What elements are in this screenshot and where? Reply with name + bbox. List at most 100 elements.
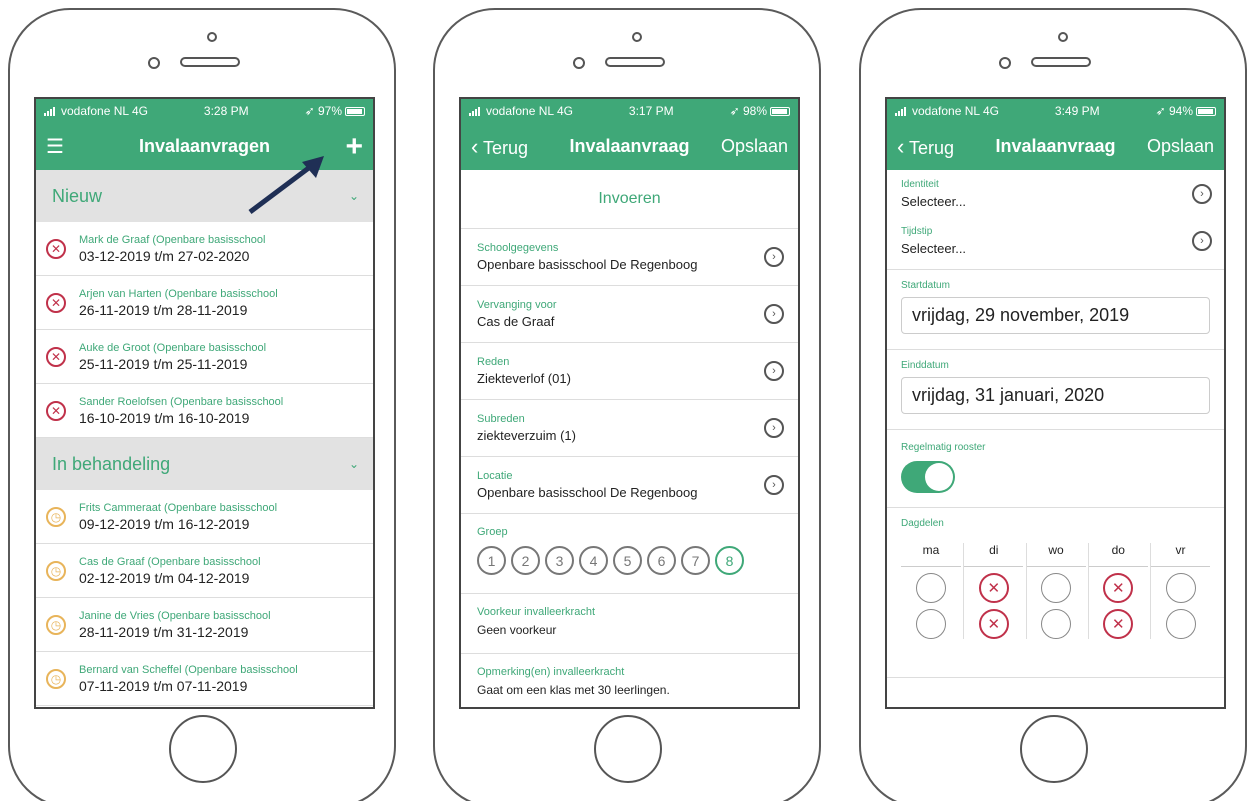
battery-icon (770, 107, 790, 117)
field-tijdstip[interactable]: Tijdstip Selecteer... › (887, 217, 1224, 264)
dagdeel-toggle[interactable] (1165, 573, 1196, 603)
section-header-in-behandeling[interactable]: In behandeling ⌄ (36, 438, 373, 490)
dagdeel-toggle[interactable] (916, 573, 946, 603)
chevron-right-icon[interactable]: › (764, 361, 784, 381)
x-circle-icon: ✕ (46, 292, 66, 313)
request-list-item[interactable]: ◷ Frits Cammeraat (Openbare basisschool 0… (36, 490, 373, 544)
chevron-right-icon[interactable]: › (764, 304, 784, 324)
request-dates: 03-12-2019 t/m 27-02-2020 (79, 247, 250, 264)
groep-option-4[interactable]: 4 (579, 546, 608, 575)
groep-label: Groep (477, 526, 508, 538)
groep-option-2[interactable]: 2 (511, 546, 540, 575)
carrier-label: vodafone NL 4G (486, 104, 573, 118)
field-identiteit[interactable]: Identiteit Selecteer... › (887, 170, 1224, 217)
signal-icon (895, 106, 906, 116)
phone-frame-3: vodafone NL 4G 3:49 PM ➶ 94% ‹ Terug Inv… (859, 8, 1247, 801)
field-vervanging-voor[interactable]: Vervanging voor Cas de Graaf › (461, 286, 798, 343)
dagdeel-toggle-selected[interactable]: ✕ (1103, 609, 1134, 639)
request-dates: 25-11-2019 t/m 25-11-2019 (79, 355, 248, 372)
clock-icon: ◷ (46, 560, 66, 581)
request-list-item[interactable]: ◷ Bernard van Scheffel (Openbare basissc… (36, 652, 373, 706)
request-dates: 02-12-2019 t/m 04-12-2019 (79, 569, 250, 586)
earpiece-speaker (1031, 57, 1091, 67)
chevron-down-icon: ⌄ (348, 189, 359, 203)
field-label: Startdatum (901, 280, 950, 291)
dagdeel-toggle[interactable] (1041, 609, 1071, 639)
phone-frame-2: vodafone NL 4G 3:17 PM ➶ 98% ‹ Terug Inv… (433, 8, 821, 801)
einddatum-block: Einddatum vrijdag, 31 januari, 2020 (887, 350, 1224, 430)
field-subreden[interactable]: Subreden ziekteverzuim (1) › (461, 400, 798, 457)
home-button[interactable] (594, 715, 662, 783)
battery-indicator: ➶ 97% (305, 104, 365, 118)
dagdeel-toggle[interactable] (1165, 609, 1196, 639)
request-dates: 28-11-2019 t/m 31-12-2019 (79, 623, 249, 640)
request-list-item[interactable]: ◷ Cas de Graaf (Openbare basisschool 02-1… (36, 544, 373, 598)
request-name: Janine de Vries (Openbare basisschool (79, 609, 271, 622)
dagdeel-toggle-selected[interactable]: ✕ (978, 573, 1009, 603)
request-dates: 09-12-2019 t/m 16-12-2019 (79, 515, 250, 532)
dagdeel-toggle-selected[interactable]: ✕ (1103, 573, 1134, 603)
field-label: Regelmatig rooster (901, 442, 986, 453)
field-label: Einddatum (901, 360, 949, 371)
chevron-right-icon[interactable]: › (1192, 183, 1212, 204)
request-name: Frits Cammeraat (Openbare basisschool (79, 501, 278, 514)
field-schoolgegevens[interactable]: Schoolgegevens Openbare basisschool De Re… (461, 229, 798, 286)
section-title: In behandeling (52, 453, 171, 474)
request-list-item[interactable]: ✕ Mark de Graaf (Openbare basisschool 03-… (36, 222, 373, 276)
request-list-item[interactable]: ✕ Sander Roelofsen (Openbare basisschool… (36, 384, 373, 438)
request-list-item[interactable]: ✕ Arjen van Harten (Openbare basisschool… (36, 276, 373, 330)
plus-icon[interactable]: + (345, 130, 363, 164)
field-opmerking[interactable]: Opmerking(en) invalleerkracht Gaat om ee… (461, 654, 798, 707)
dagdeel-toggle[interactable] (1041, 573, 1071, 603)
annotation-arrow (248, 156, 324, 214)
field-value: Selecteer... (901, 240, 967, 256)
startdatum-block: Startdatum vrijdag, 29 november, 2019 (887, 270, 1224, 350)
battery-label: 98% (742, 104, 767, 118)
groep-option-3[interactable]: 3 (545, 546, 574, 575)
home-button[interactable] (1020, 715, 1088, 783)
battery-label: 94% (1168, 104, 1193, 118)
earpiece-speaker (605, 57, 665, 67)
groep-option-1[interactable]: 1 (477, 546, 506, 575)
hamburger-menu-icon[interactable]: ☰ (46, 134, 64, 159)
save-button[interactable]: Opslaan (721, 136, 788, 157)
day-label: do (1088, 543, 1148, 567)
field-value: Openbare basisschool De Regenboog (477, 485, 698, 500)
request-dates: 16-10-2019 t/m 16-10-2019 (79, 409, 250, 426)
field-locatie[interactable]: Locatie Openbare basisschool De Regenboog… (461, 457, 798, 514)
chevron-right-icon[interactable]: › (1192, 230, 1212, 251)
einddatum-input[interactable]: vrijdag, 31 januari, 2020 (901, 377, 1210, 414)
location-icon: ➶ (1155, 104, 1166, 118)
back-button[interactable]: ‹ Terug (471, 134, 528, 160)
dagdeel-toggle-selected[interactable]: ✕ (978, 609, 1009, 639)
field-reden[interactable]: Reden Ziekteverlof (01) › (461, 343, 798, 400)
regelmatig-rooster-toggle[interactable] (901, 461, 955, 493)
front-camera (148, 57, 160, 69)
request-list-item[interactable]: ◷ Janine de Vries (Openbare basisschool 2… (36, 598, 373, 652)
home-button[interactable] (169, 715, 237, 783)
request-list-item[interactable]: ✕ Auke de Groot (Openbare basisschool 25-… (36, 330, 373, 384)
startdatum-input[interactable]: vrijdag, 29 november, 2019 (901, 297, 1210, 334)
chevron-right-icon[interactable]: › (764, 247, 784, 267)
groep-option-7[interactable]: 7 (681, 546, 710, 575)
chevron-right-icon[interactable]: › (764, 418, 784, 438)
screen-invalaanvraag-details: vodafone NL 4G 3:49 PM ➶ 94% ‹ Terug Inv… (885, 97, 1226, 709)
field-voorkeur[interactable]: Voorkeur invalleerkracht Geen voorkeur (461, 594, 798, 654)
groep-option-5[interactable]: 5 (613, 546, 642, 575)
x-icon: ✕ (987, 616, 1001, 633)
dagdeel-toggle[interactable] (916, 609, 946, 639)
field-label: Subreden (477, 413, 525, 425)
request-name: Arjen van Harten (Openbare basisschool (79, 287, 278, 300)
status-bar: vodafone NL 4G 3:28 PM ➶ 97% (36, 99, 373, 123)
chevron-down-icon: ⌄ (348, 457, 359, 471)
front-sensor (207, 32, 217, 42)
groep-option-8[interactable]: 8 (715, 546, 744, 575)
battery-icon (345, 107, 365, 117)
groep-option-6[interactable]: 6 (647, 546, 676, 575)
dagdelen-block: Dagdelen ma di ✕ ✕ wo do ✕ ✕ vr (887, 508, 1224, 678)
back-button[interactable]: ‹ Terug (897, 134, 954, 160)
groep-selector: Groep 1 2 3 4 5 6 7 8 (461, 514, 798, 594)
save-button[interactable]: Opslaan (1147, 136, 1214, 157)
chevron-right-icon[interactable]: › (764, 475, 784, 495)
day-column-vr: vr (1150, 543, 1210, 639)
